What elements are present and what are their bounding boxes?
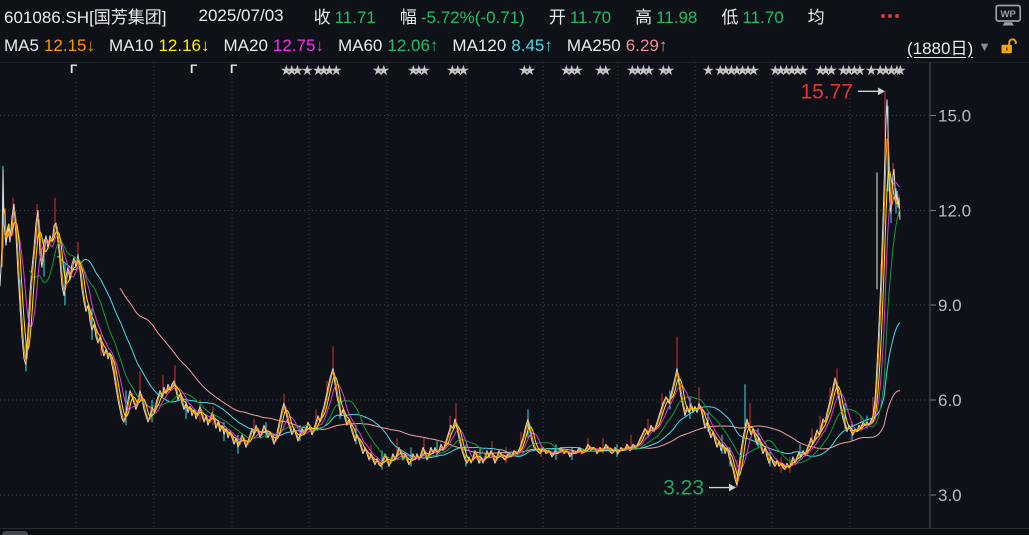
ma20-line — [10, 182, 900, 469]
overflow-dots-icon — [881, 14, 899, 18]
bottom-scrollbar[interactable] — [0, 528, 1029, 535]
scrollbar-thumb[interactable] — [2, 531, 28, 535]
y-axis-label: 15.0 — [938, 107, 971, 126]
quote-date: 2025/07/03 — [199, 6, 284, 26]
chart-svg[interactable]: 15.0 12.0 9.0 6.0 3.0 15.77 3.23 — [0, 62, 1029, 528]
unlock-icon[interactable] — [1000, 38, 1019, 55]
wp-monitor-icon[interactable]: WP — [995, 4, 1022, 28]
ma5-item: MA512.15↓ — [4, 36, 95, 56]
price-line — [0, 100, 900, 486]
ma20-item: MA2012.75↓ — [223, 36, 323, 56]
ma250-item: MA2506.29↑ — [567, 36, 667, 56]
price-annotation: 3.23 — [663, 477, 704, 500]
ma60-line — [29, 209, 900, 464]
quote-high: 高11.98 — [635, 3, 697, 28]
y-axis-label: 6.0 — [938, 391, 962, 410]
quote-change: 幅-5.72%(-0.71) — [400, 3, 525, 28]
ma-bar: MA512.15↓ MA1012.16↓ MA2012.75↓ MA6012.0… — [0, 31, 1029, 61]
price-chart-canvas[interactable]: 15.012.09.06.03.015.773.23 ΓΓΓ★★★★★★★★★★… — [0, 62, 1029, 528]
quote-row: 601086.SH[国芳集团] 2025/07/03 收11.71 幅-5.72… — [0, 0, 1029, 31]
annotation-arrowhead — [729, 484, 736, 492]
quote-open: 开11.70 — [549, 3, 611, 28]
period-selector[interactable]: (1880日) — [907, 34, 973, 59]
ma10-item: MA1012.16↓ — [109, 36, 209, 56]
ma5-line — [2, 138, 900, 482]
y-axis-label: 9.0 — [938, 296, 962, 315]
annotation-arrowhead — [878, 87, 885, 95]
ma120-item: MA1208.45↑ — [452, 36, 552, 56]
ma10-line — [5, 170, 900, 476]
quote-close: 收11.71 — [314, 3, 376, 28]
quote-header: 601086.SH[国芳集团] 2025/07/03 收11.71 幅-5.72… — [0, 0, 1029, 63]
symbol-title: 601086.SH[国芳集团] — [4, 3, 167, 28]
y-axis-label: 12.0 — [938, 201, 971, 220]
svg-text:WP: WP — [1001, 9, 1017, 20]
chevron-down-icon[interactable]: ▼ — [978, 39, 991, 54]
quote-avg: 均 — [808, 3, 829, 28]
ma120-line — [57, 257, 900, 458]
quote-low: 低11.70 — [721, 3, 783, 28]
ma250-line — [120, 288, 900, 453]
y-axis-label: 3.0 — [938, 486, 962, 505]
ma60-item: MA6012.06↑ — [338, 36, 438, 56]
price-annotation: 15.77 — [800, 80, 853, 103]
